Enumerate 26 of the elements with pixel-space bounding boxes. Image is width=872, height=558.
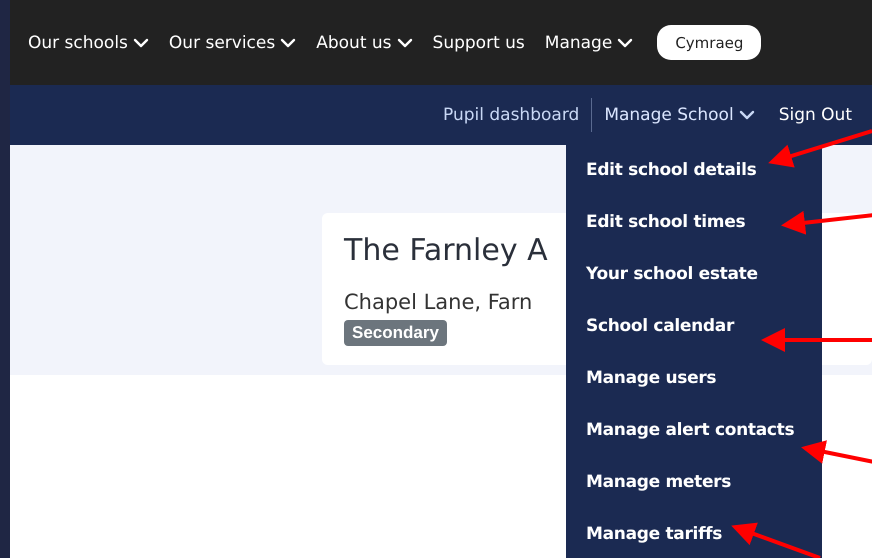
menu-item[interactable]: Manage meters xyxy=(566,469,822,521)
menu-item[interactable]: Edit school times xyxy=(566,209,822,261)
nav-link[interactable]: Our services xyxy=(168,32,296,52)
nav-link[interactable]: Manage School xyxy=(592,105,767,125)
school-address: Chapel Lane, Farn xyxy=(344,290,532,314)
nav-link[interactable]: Manage xyxy=(544,32,634,52)
nav-link[interactable]: Support us xyxy=(432,32,525,52)
school-type-tag: Secondary xyxy=(344,320,447,346)
language-button[interactable]: Cymraeg xyxy=(657,25,762,60)
nav-link[interactable]: About us xyxy=(316,32,413,52)
menu-item[interactable]: School calendar xyxy=(566,313,822,365)
menu-item[interactable]: Manage users xyxy=(566,365,822,417)
chevron-down-icon xyxy=(280,38,296,48)
menu-item[interactable]: Manage tariffs xyxy=(566,521,822,558)
chevron-down-icon xyxy=(738,110,755,120)
nav-link[interactable]: Pupil dashboard xyxy=(431,105,592,125)
school-name: The Farnley A xyxy=(344,233,548,268)
chevron-down-icon xyxy=(132,38,149,48)
menu-item[interactable]: Your school estate xyxy=(566,261,822,313)
nav-link[interactable]: Sign Out xyxy=(766,105,864,125)
chevron-down-icon xyxy=(617,38,634,48)
menu-item[interactable]: Edit school details xyxy=(566,157,822,209)
menu-item[interactable]: Manage alert contacts xyxy=(566,417,822,469)
annotation-arrow xyxy=(801,440,872,464)
nav-link[interactable]: Our schools xyxy=(28,32,149,52)
chevron-down-icon xyxy=(396,38,413,48)
